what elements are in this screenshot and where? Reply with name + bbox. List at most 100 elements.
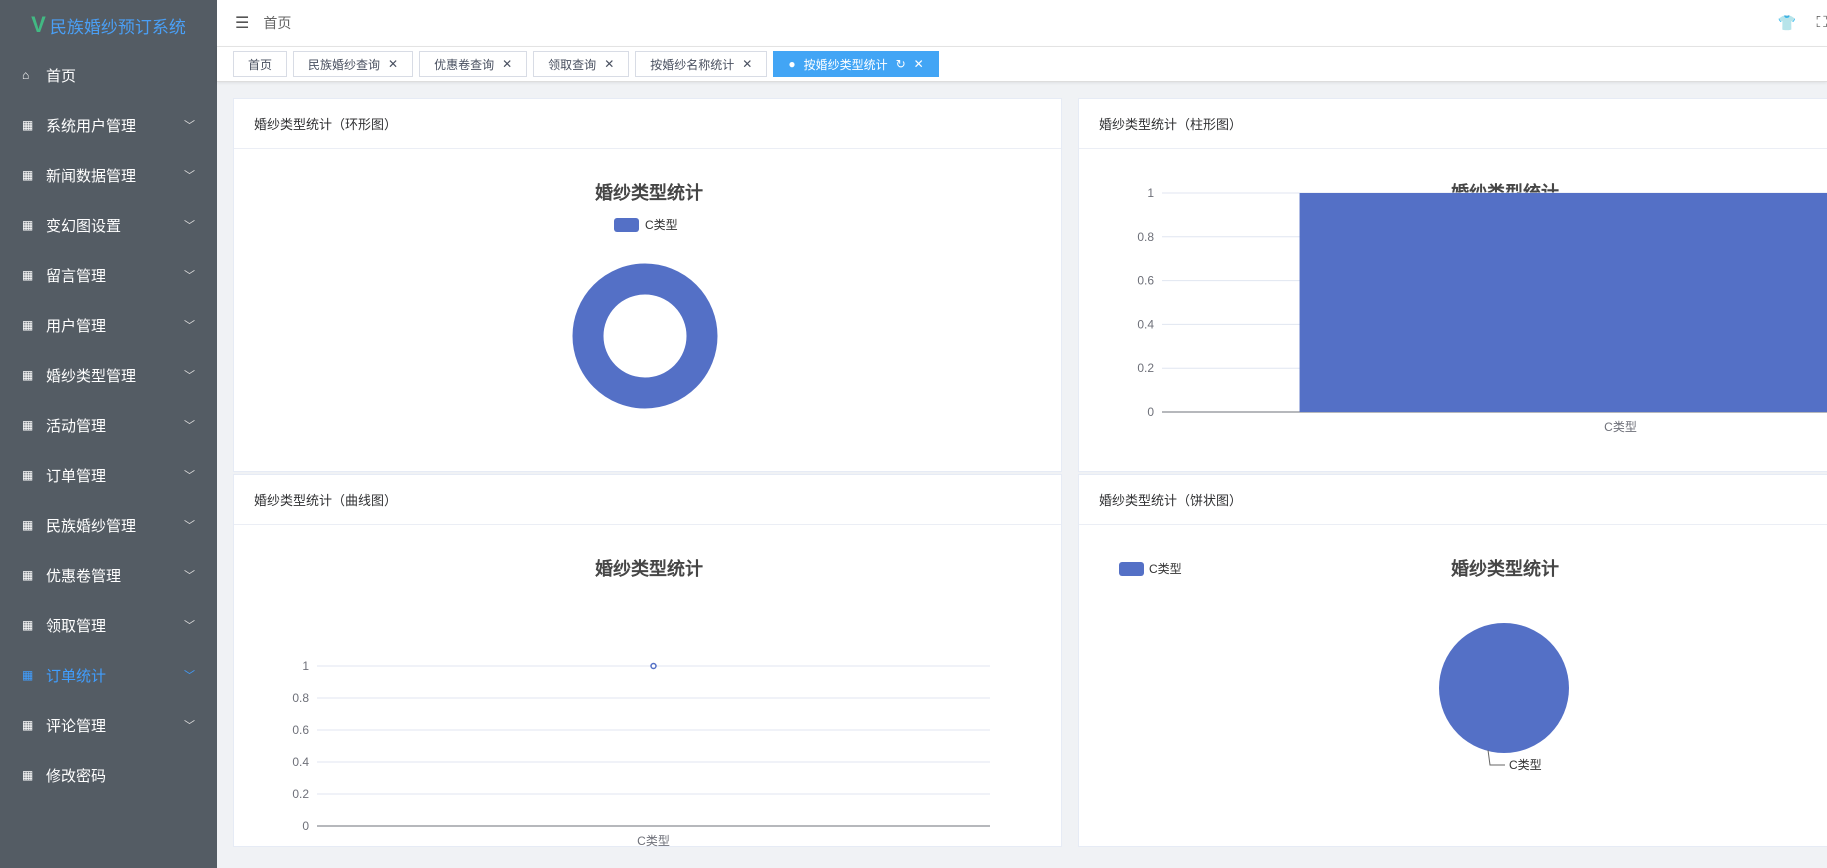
tab[interactable]: 优惠卷查询 ✕ bbox=[419, 51, 528, 77]
bar bbox=[1299, 193, 1827, 412]
close-icon[interactable]: ✕ bbox=[388, 57, 398, 71]
chevron-down-icon: ﹀ bbox=[184, 320, 195, 332]
sidebar-item-label: 修改密码 bbox=[46, 767, 107, 785]
y-tick-label: 1 bbox=[302, 659, 309, 673]
close-icon[interactable]: ✕ bbox=[502, 57, 512, 71]
grid-icon: ▦ bbox=[22, 768, 34, 782]
sidebar-item-label: 订单统计 bbox=[46, 667, 107, 685]
card-title: 婚纱类型统计（饼状图） bbox=[1079, 475, 1827, 525]
sidebar-item-label: 用户管理 bbox=[46, 317, 107, 335]
refresh-icon[interactable]: ↻ bbox=[896, 57, 906, 71]
x-tick-label: C类型 bbox=[637, 834, 670, 848]
tab[interactable]: 领取查询 ✕ bbox=[533, 51, 630, 77]
grid-icon: ▦ bbox=[22, 668, 34, 682]
close-icon[interactable]: ✕ bbox=[914, 57, 924, 71]
y-tick-label: 0.6 bbox=[292, 723, 309, 737]
tab-label: 按婚纱类型统计 bbox=[803, 57, 888, 72]
sidebar-item[interactable]: ▦ 婚纱类型管理 ﹀ bbox=[0, 350, 217, 400]
y-tick-label: 0.8 bbox=[292, 691, 309, 705]
sidebar-item[interactable]: ▦ 修改密码 bbox=[0, 750, 217, 800]
pie-chart: 婚纱类型统计 C类型 C类型 bbox=[1119, 558, 1569, 772]
slice-label: C类型 bbox=[1509, 758, 1542, 772]
sidebar-item-label: 婚纱类型管理 bbox=[46, 367, 137, 385]
tab-label: 民族婚纱查询 bbox=[308, 57, 381, 72]
tab[interactable]: 民族婚纱查询 ✕ bbox=[293, 51, 414, 77]
grid-icon: ▦ bbox=[22, 468, 34, 482]
sidebar-item[interactable]: ▦ 留言管理 ﹀ bbox=[0, 250, 217, 300]
sidebar-item[interactable]: ▦ 新闻数据管理 ﹀ bbox=[0, 150, 217, 200]
legend-swatch bbox=[1119, 562, 1144, 576]
tab[interactable]: ● 按婚纱类型统计 ↻ ✕ bbox=[773, 51, 939, 77]
chart-title: 婚纱类型统计 bbox=[1451, 558, 1559, 579]
legend-swatch bbox=[614, 218, 639, 232]
chevron-down-icon: ﹀ bbox=[184, 720, 195, 732]
home-icon: ⌂ bbox=[22, 68, 30, 82]
y-tick-label: 0.2 bbox=[1137, 361, 1154, 375]
pie-chart-card: 婚纱类型统计（饼状图） 婚纱类型统计 C类型 C类型 bbox=[1078, 474, 1827, 847]
sidebar-item-label: 留言管理 bbox=[46, 267, 107, 285]
chevron-down-icon: ﹀ bbox=[184, 420, 195, 432]
sidebar-item[interactable]: ▦ 领取管理 ﹀ bbox=[0, 600, 217, 650]
sidebar-item-label: 民族婚纱管理 bbox=[46, 517, 137, 535]
sidebar-item-label: 评论管理 bbox=[46, 717, 107, 735]
grid-icon: ▦ bbox=[22, 718, 34, 732]
sidebar-item[interactable]: ▦ 系统用户管理 ﹀ bbox=[0, 100, 217, 150]
grid-icon: ▦ bbox=[22, 618, 34, 632]
grid-icon: ▦ bbox=[22, 168, 34, 182]
grid-icon: ▦ bbox=[22, 368, 34, 382]
y-tick-label: 1 bbox=[1147, 186, 1154, 200]
logo: V 民族婚纱预订系统 bbox=[0, 0, 217, 50]
fold-menu-icon[interactable]: ☰ bbox=[235, 13, 249, 33]
sidebar-item[interactable]: ▦ 评论管理 ﹀ bbox=[0, 700, 217, 750]
sidebar-item[interactable]: ▦ 订单统计 ﹀ bbox=[0, 650, 217, 700]
close-icon[interactable]: ✕ bbox=[604, 57, 614, 71]
y-tick-label: 0.8 bbox=[1137, 230, 1154, 244]
y-tick-label: 0.4 bbox=[1137, 317, 1154, 331]
ring-slice bbox=[572, 263, 718, 409]
fullscreen-icon[interactable]: ⛶ bbox=[1816, 14, 1827, 32]
sidebar-item[interactable]: ▦ 变幻图设置 ﹀ bbox=[0, 200, 217, 250]
legend-label: C类型 bbox=[1149, 562, 1182, 576]
tab[interactable]: 按婚纱名称统计 ✕ bbox=[635, 51, 768, 77]
sidebar-item[interactable]: ▦ 民族婚纱管理 ﹀ bbox=[0, 500, 217, 550]
grid-icon: ▦ bbox=[22, 518, 34, 532]
tab-label: 优惠卷查询 bbox=[434, 57, 495, 72]
y-tick-label: 0.4 bbox=[292, 755, 309, 769]
tab[interactable]: 首页 bbox=[233, 51, 288, 77]
app-title: 民族婚纱预订系统 bbox=[49, 17, 186, 37]
sidebar-item[interactable]: ▦ 用户管理 ﹀ bbox=[0, 300, 217, 350]
grid-icon: ▦ bbox=[22, 318, 34, 332]
tab-label: 首页 bbox=[248, 57, 273, 72]
x-tick-label: C类型 bbox=[1604, 420, 1637, 434]
grid-icon: ▦ bbox=[22, 218, 34, 232]
chart-title: 婚纱类型统计 bbox=[595, 182, 703, 203]
chevron-down-icon: ﹀ bbox=[184, 170, 195, 182]
sidebar-item[interactable]: ▦ 活动管理 ﹀ bbox=[0, 400, 217, 450]
line-chart: 婚纱类型统计 0 0.2 0.4 0.6 0.8 1 C类型 bbox=[292, 558, 990, 848]
theme-shirt-icon[interactable]: 👕 bbox=[1778, 14, 1797, 32]
chevron-down-icon: ﹀ bbox=[184, 270, 195, 282]
sidebar-item[interactable]: ▦ 订单管理 ﹀ bbox=[0, 450, 217, 500]
tab-label: 按婚纱名称统计 bbox=[650, 57, 735, 72]
chevron-down-icon: ﹀ bbox=[184, 470, 195, 482]
grid-icon: ▦ bbox=[22, 118, 34, 132]
sidebar-item-label: 系统用户管理 bbox=[46, 117, 137, 135]
bar-chart: 婚纱类型统计00.20.40.60.81C类型 bbox=[1137, 182, 1827, 434]
tags-view: 首页 民族婚纱查询 ✕ 优惠卷查询 ✕ 领取查询 ✕ 按婚纱名称统计 ✕ ● 按婚纱类型统计 ↻ ✕ bbox=[217, 47, 1827, 82]
ring-chart: 婚纱类型统计 C类型 bbox=[572, 182, 718, 409]
sidebar-item-label: 订单管理 bbox=[46, 467, 107, 485]
close-icon[interactable]: ✕ bbox=[742, 57, 752, 71]
y-tick-label: 0 bbox=[1147, 405, 1154, 419]
active-dot-icon: ● bbox=[788, 57, 796, 71]
chart-title: 婚纱类型统计 bbox=[595, 558, 703, 579]
chevron-down-icon: ﹀ bbox=[184, 120, 195, 132]
sidebar-item[interactable]: ⌂ 首页 bbox=[0, 50, 217, 100]
chevron-down-icon: ﹀ bbox=[184, 620, 195, 632]
line-chart-card: 婚纱类型统计（曲线图） 婚纱类型统计 0 0.2 0.4 0.6 0.8 1 C类型 bbox=[233, 474, 1062, 848]
bar-chart-card: 婚纱类型统计（柱形图）婚纱类型统计00.20.40.60.81C类型 bbox=[1078, 98, 1827, 472]
y-tick-label: 0 bbox=[302, 819, 309, 833]
vue-logo-icon: V bbox=[31, 12, 46, 37]
breadcrumb[interactable]: 首页 bbox=[263, 13, 291, 33]
sidebar-item[interactable]: ▦ 优惠卷管理 ﹀ bbox=[0, 550, 217, 600]
chevron-down-icon: ﹀ bbox=[184, 220, 195, 232]
